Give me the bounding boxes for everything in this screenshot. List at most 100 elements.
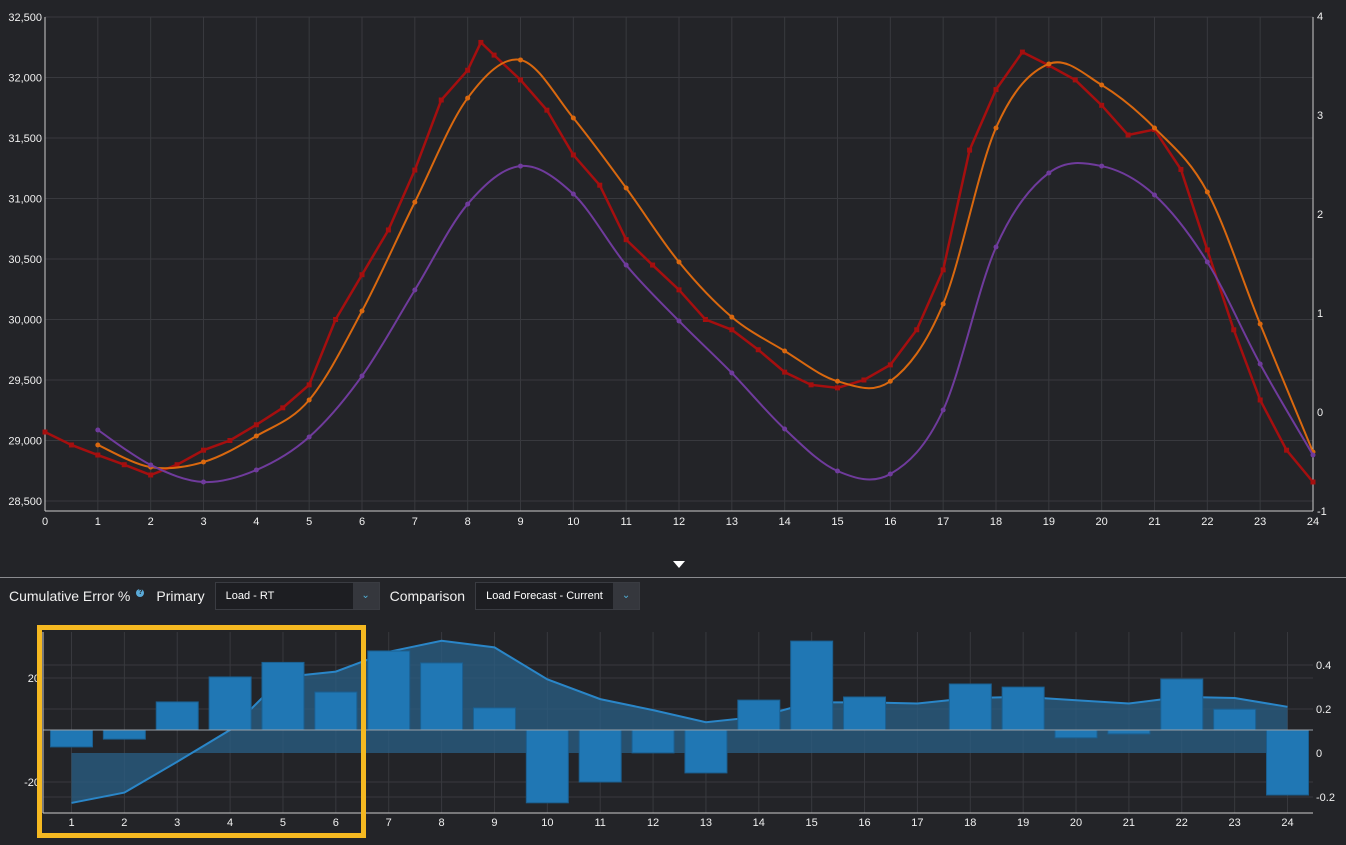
x-tick-label: 13 (700, 817, 712, 829)
data-point (544, 107, 550, 113)
data-point (887, 471, 893, 477)
x-tick-label: 11 (620, 516, 631, 528)
x-tick-label: 5 (280, 817, 286, 829)
load-line-chart: 28,500 29,000 29,500 30,000 30,500 31,000 31,5… (8, 11, 1326, 528)
data-point (1231, 327, 1237, 333)
x-tick-label: 7 (412, 516, 418, 528)
primary-select[interactable]: Load - RT ⌄ (214, 582, 380, 610)
x-tick-label: 17 (937, 516, 949, 528)
data-point (201, 447, 206, 453)
data-point (1310, 479, 1316, 485)
error-bar (261, 661, 305, 731)
data-point (1310, 452, 1316, 458)
y-tick-label: 30,000 (8, 315, 42, 327)
error-bar (948, 683, 992, 731)
data-point (940, 267, 946, 273)
data-point (1284, 447, 1290, 453)
data-point (1099, 82, 1105, 88)
chevron-down-icon[interactable]: ⌄ (613, 583, 640, 609)
data-point (412, 287, 418, 293)
data-point (253, 433, 259, 439)
x-tick-label: 8 (465, 516, 471, 528)
comparison-select[interactable]: Load Forecast - Current ⌄ (475, 582, 641, 610)
x-tick-label: 17 (911, 817, 923, 829)
data-point (1257, 361, 1263, 367)
data-point (95, 452, 101, 458)
x-tick-label: 5 (306, 516, 312, 528)
x-tick-label: 11 (594, 817, 605, 829)
primary-label: Primary (156, 588, 205, 604)
x-tick-label: 1 (95, 516, 101, 528)
primary-select-value: Load - RT (225, 590, 275, 602)
data-point (782, 369, 788, 375)
x-tick-label: 15 (831, 516, 843, 528)
panel-divider[interactable] (0, 577, 1346, 578)
data-point (729, 314, 735, 320)
data-point (333, 317, 339, 322)
error-bar (420, 662, 464, 731)
data-point (887, 378, 893, 384)
x-tick-label: 22 (1176, 817, 1188, 829)
error-bar (1054, 729, 1098, 739)
x-tick-label: 18 (990, 516, 1002, 528)
series-line (97, 162, 1314, 484)
x-tick-label: 20 (1070, 817, 1082, 829)
y2-tick-label: 0.2 (1316, 704, 1331, 716)
data-point (306, 434, 312, 440)
help-icon[interactable]: ? (136, 589, 145, 597)
error-bar (155, 701, 199, 731)
data-point (835, 385, 840, 391)
data-point (518, 57, 523, 63)
data-point (676, 259, 682, 265)
y-tick-label: -20 (24, 777, 40, 789)
data-point (782, 426, 788, 432)
y2-tick-label: 1 (1317, 308, 1323, 320)
x-tick-label: 23 (1254, 516, 1266, 528)
error-bar (50, 729, 93, 748)
error-bar (631, 729, 675, 754)
data-point (478, 39, 484, 45)
collapse-toggle-icon[interactable] (673, 561, 685, 568)
chevron-down-icon[interactable]: ⌄ (352, 583, 379, 609)
series-line (97, 58, 1314, 470)
y-tick-label: 31,000 (8, 194, 42, 206)
data-point (1152, 125, 1157, 131)
error-bar (1266, 729, 1310, 796)
data-point (95, 427, 101, 433)
x-tick-label: 18 (964, 817, 976, 829)
error-bar (472, 707, 516, 731)
x-tick-label: 1 (68, 817, 74, 829)
x-tick-label: 15 (806, 817, 818, 829)
x-tick-label: 14 (779, 516, 791, 528)
data-point (1257, 397, 1263, 403)
data-point (914, 327, 920, 333)
error-bar (684, 729, 728, 774)
data-point (967, 147, 973, 153)
data-point (1257, 321, 1263, 327)
data-point (201, 479, 206, 485)
x-tick-label: 4 (253, 516, 259, 528)
x-tick-label: 9 (491, 817, 497, 829)
data-point (782, 348, 788, 354)
data-point (280, 405, 286, 411)
error-bar (102, 729, 146, 740)
error-bar (737, 699, 781, 731)
data-point (121, 462, 127, 468)
error-bar (367, 650, 411, 731)
x-tick-label: 21 (1123, 817, 1135, 829)
data-point (253, 467, 259, 473)
x-tick-label: 0 (42, 516, 48, 528)
data-point (1152, 192, 1157, 198)
data-point (993, 87, 999, 93)
error-bar (525, 729, 569, 804)
y-tick-label: 31,500 (8, 133, 42, 145)
data-point (835, 378, 840, 384)
data-point (1125, 132, 1131, 138)
error-bar (1160, 678, 1204, 731)
y2-tick-label: 3 (1317, 110, 1323, 122)
data-point (359, 373, 365, 379)
y2-tick-label: 0.4 (1316, 660, 1331, 672)
data-point (623, 185, 629, 191)
data-point (570, 191, 576, 197)
data-point (1072, 77, 1078, 83)
